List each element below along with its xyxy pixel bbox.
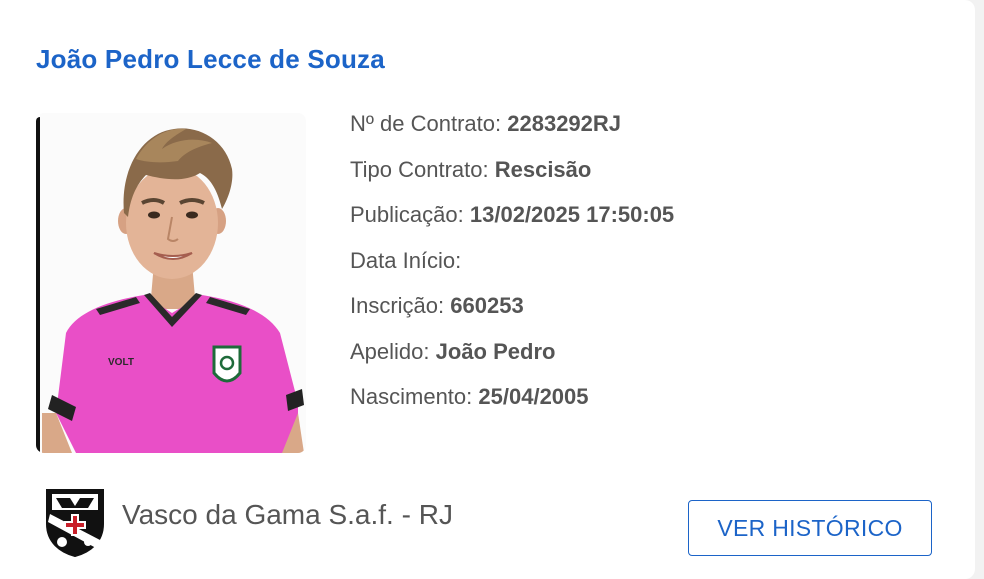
club-name: Vasco da Gama S.a.f. - RJ bbox=[122, 499, 453, 530]
detail-row-start-date: Data Início: bbox=[350, 245, 674, 291]
detail-row-registration: Inscrição: 660253 bbox=[350, 290, 674, 336]
detail-label: Data Início: bbox=[350, 247, 462, 273]
detail-value: 25/04/2005 bbox=[478, 384, 589, 409]
svg-text:VOLT: VOLT bbox=[108, 357, 134, 368]
detail-label: Publicação: bbox=[350, 202, 464, 227]
club-info: Vasco da Gama S.a.f. - RJ bbox=[44, 484, 453, 558]
contract-details: Nº de Contrato: 2283292RJ Tipo Contrato:… bbox=[350, 108, 674, 427]
player-card: João Pedro Lecce de Souza VOLT Nº de Con… bbox=[0, 0, 975, 579]
detail-row-nickname: Apelido: João Pedro bbox=[350, 336, 674, 382]
vasco-crest-icon bbox=[46, 489, 104, 558]
detail-value: 660253 bbox=[450, 293, 524, 318]
photo-edge bbox=[36, 117, 40, 453]
detail-row-contract-type: Tipo Contrato: Rescisão bbox=[350, 154, 674, 200]
player-photo: VOLT bbox=[36, 113, 306, 453]
detail-label: Nº de Contrato: bbox=[350, 111, 502, 136]
detail-value: 2283292RJ bbox=[507, 111, 622, 136]
view-history-button[interactable]: VER HISTÓRICO bbox=[688, 500, 932, 556]
detail-value: João Pedro bbox=[435, 338, 556, 364]
player-name: João Pedro Lecce de Souza bbox=[36, 44, 385, 74]
detail-label: Tipo Contrato: bbox=[350, 156, 489, 182]
detail-label: Inscrição: bbox=[350, 293, 445, 318]
detail-value: 13/02/2025 17:50:05 bbox=[469, 202, 675, 227]
detail-label: Nascimento: bbox=[350, 384, 473, 409]
detail-value: Rescisão bbox=[494, 156, 592, 182]
player-photo-image: VOLT bbox=[40, 113, 306, 453]
detail-row-publication: Publicação: 13/02/2025 17:50:05 bbox=[350, 199, 674, 245]
detail-row-contract-number: Nº de Contrato: 2283292RJ bbox=[350, 108, 674, 154]
detail-label: Apelido: bbox=[350, 338, 430, 364]
detail-row-birth: Nascimento: 25/04/2005 bbox=[350, 381, 674, 427]
